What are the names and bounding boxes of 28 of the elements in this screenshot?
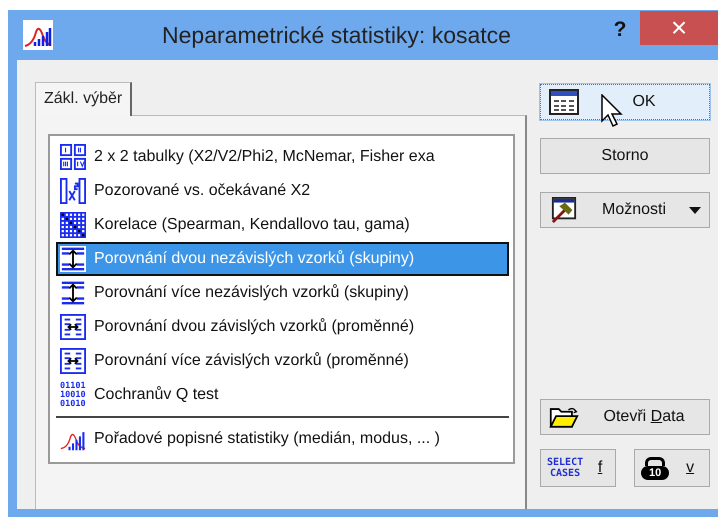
options-button[interactable]: Možnosti	[540, 192, 710, 228]
updown-arrow-icon	[60, 246, 86, 272]
open-data-button[interactable]: Otevři Data	[540, 399, 710, 435]
help-button[interactable]: ?	[600, 15, 640, 45]
select-cases-button[interactable]: SELECT CASES f	[540, 449, 616, 487]
tab[interactable]: Zákl. výběr	[35, 82, 132, 116]
table-icon	[549, 89, 579, 115]
dialog-button[interactable]: OK	[540, 84, 710, 120]
mouse-cursor-icon	[601, 94, 623, 128]
list-item[interactable]: Pořadové popisné statistiky (medián, modus, ... )	[56, 422, 509, 456]
hammer-icon	[549, 197, 579, 223]
list-item[interactable]: Pozorované vs. očekávané X2	[56, 174, 509, 208]
dialog-button[interactable]: Storno	[540, 138, 710, 174]
list-item[interactable]: Porovnání více závislých vzorků (proměnné)	[56, 344, 509, 378]
table-icon	[60, 178, 86, 204]
updown-arrow-icon	[60, 280, 86, 306]
list-item[interactable]: Korelace (Spearman, Kendallovo tau, gama)	[56, 208, 509, 242]
grid-icon	[60, 144, 86, 170]
close-button[interactable]: ×	[640, 11, 718, 45]
matrix-icon	[60, 212, 86, 238]
list-item[interactable]: Porovnání dvou závislých vzorků (proměnné)	[56, 310, 509, 344]
window-title: Neparametrické statistiky: kosatce	[161, 22, 512, 48]
list-item[interactable]: Porovnání více nezávislých vzorků (skupiny)	[56, 276, 509, 310]
chart-icon	[23, 20, 53, 50]
list-item[interactable]: 2 x 2 tabulky (X2/V2/Phi2, McNemar, Fisher exa	[56, 140, 509, 174]
binary-icon: 01101 10010 01010	[60, 382, 86, 408]
weight-button[interactable]: 10 v	[634, 449, 710, 487]
select-cases-icon: SELECT CASES	[547, 457, 584, 479]
